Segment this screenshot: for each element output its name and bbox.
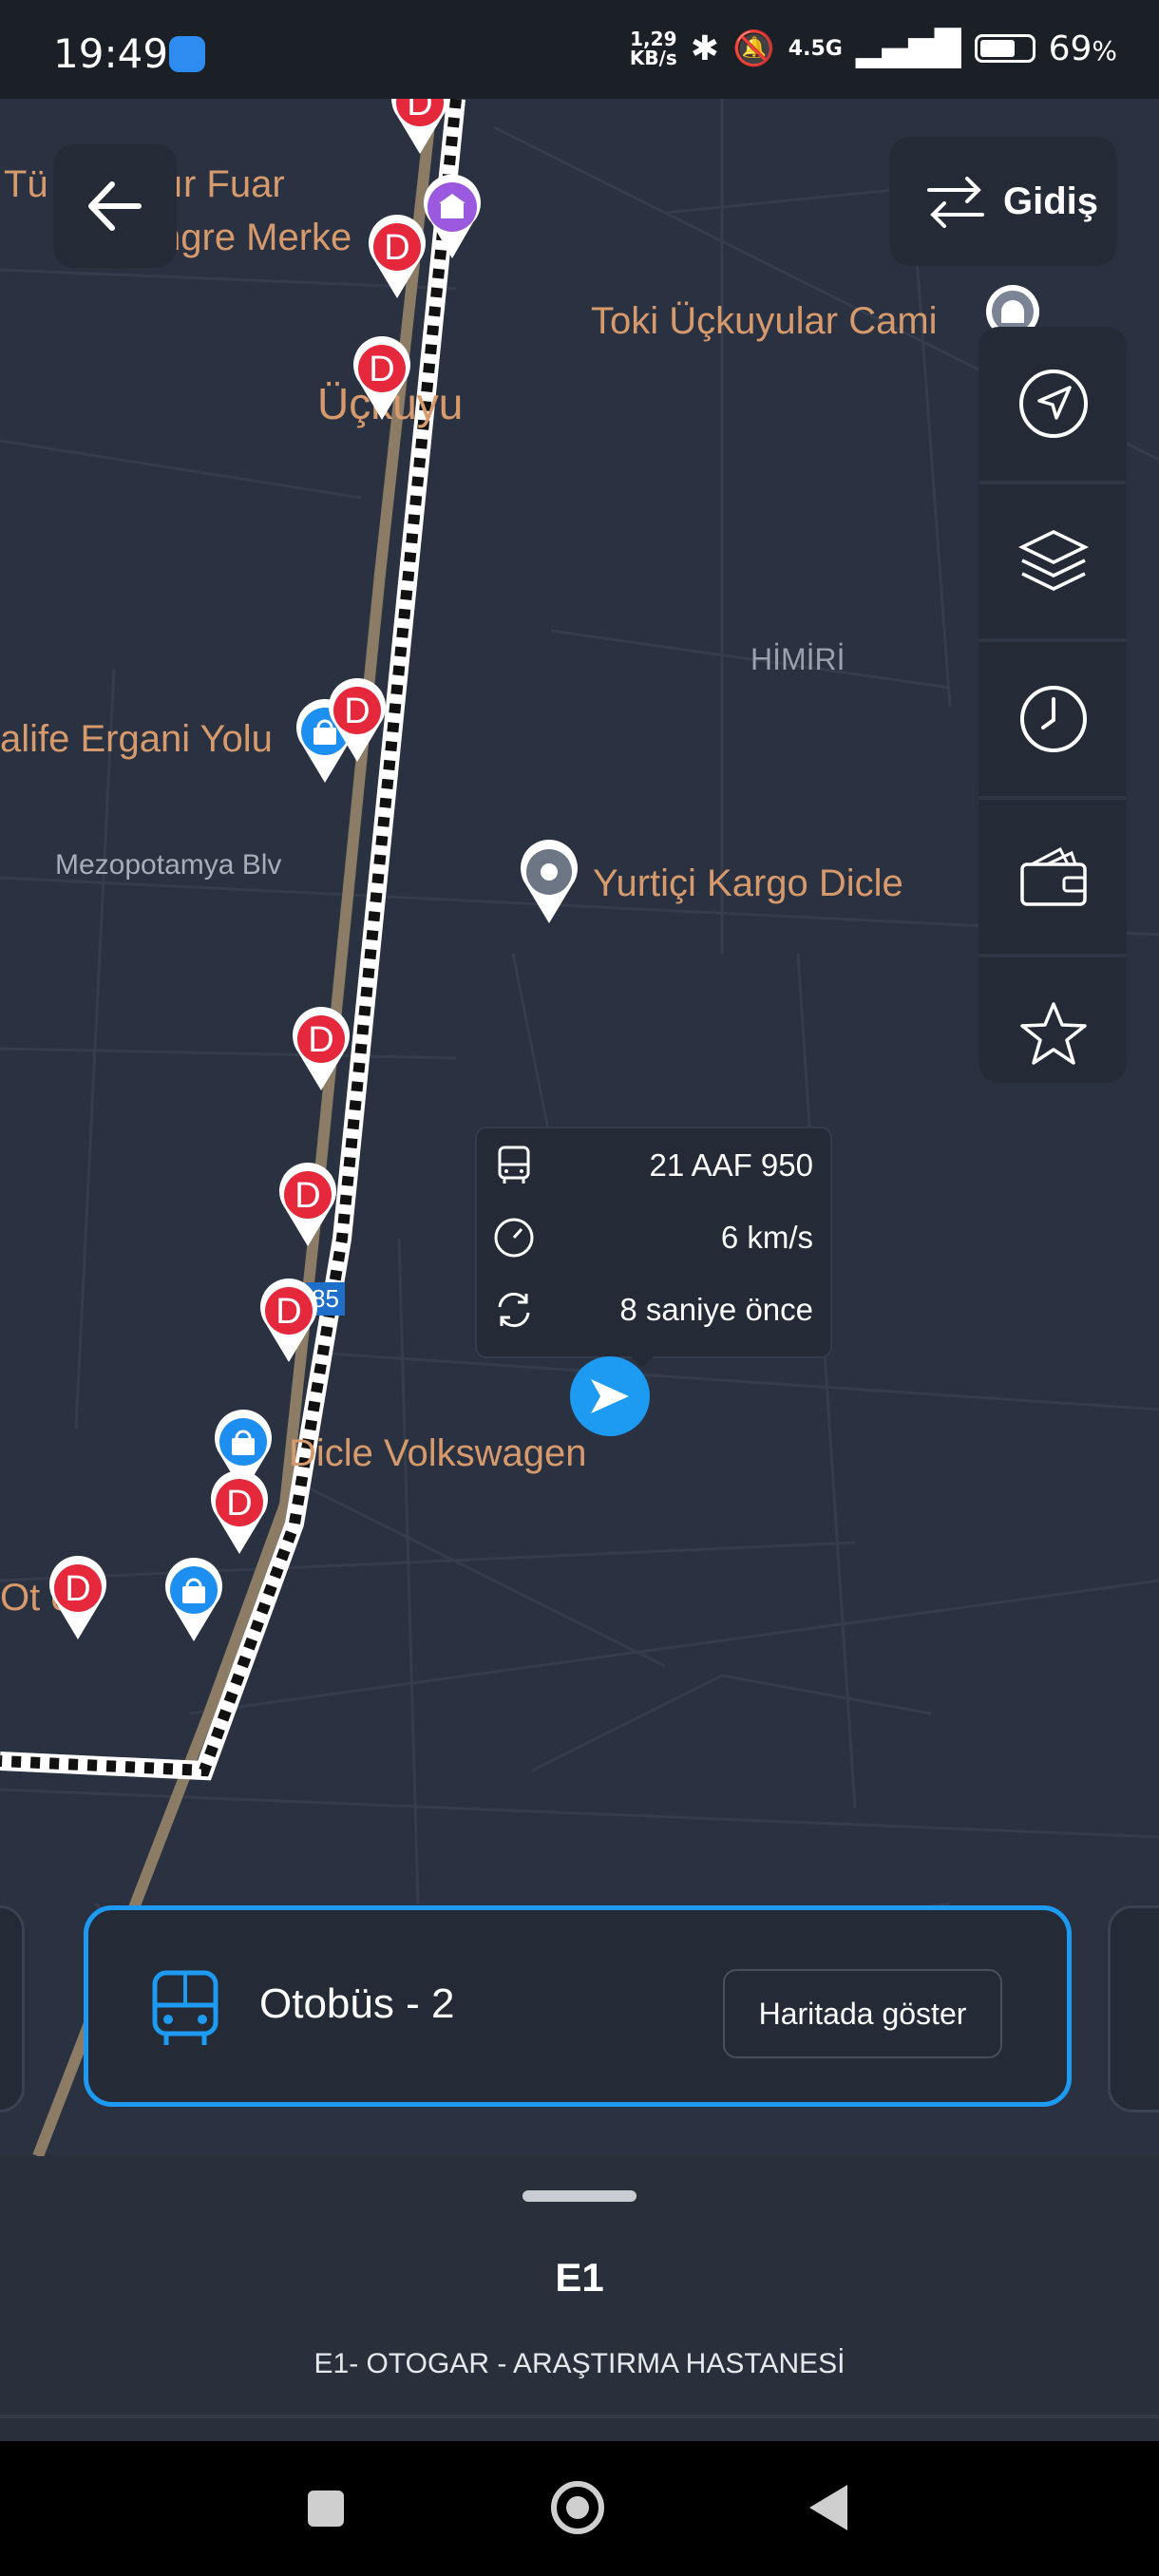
- direction-toggle-button[interactable]: Gidiş: [889, 137, 1117, 266]
- place-label-toki: Toki Üçkuyular Cami: [591, 300, 938, 342]
- mute-icon: 🔕: [732, 29, 775, 68]
- vehicle-updated-row: 8 saniye önce: [477, 1277, 830, 1343]
- bus-stop-marker[interactable]: D: [386, 99, 454, 156]
- back-button[interactable]: [53, 144, 177, 268]
- bus-stop-letter: D: [308, 1020, 334, 1060]
- map-toolbox: [978, 327, 1127, 1083]
- poi-marker-cargo[interactable]: [515, 840, 583, 925]
- next-bus-card[interactable]: [1108, 1905, 1159, 2112]
- vehicle-updated: 8 saniye önce: [619, 1292, 813, 1327]
- bus-stop-marker[interactable]: D: [363, 215, 431, 300]
- speedometer-icon: [494, 1218, 534, 1258]
- system-nav-bar: [0, 2441, 1159, 2576]
- recent-apps-button[interactable]: [308, 2491, 344, 2527]
- bus-icon: [498, 1146, 530, 1184]
- bluetooth-icon: ✱: [690, 28, 719, 68]
- route-name: E1- OTOGAR - ARAŞTIRMA HASTANESİ: [314, 2348, 846, 2379]
- bus-card-title: Otobüs - 2: [259, 1980, 455, 2027]
- swap-direction-icon: [927, 177, 984, 228]
- wallet-icon: [1020, 846, 1087, 906]
- battery-level: 69: [1048, 28, 1092, 68]
- bus-stop-marker[interactable]: D: [255, 1279, 323, 1364]
- status-bar: 19:49 1,29 KB/s ✱ 🔕 4.5G ▂▄▆█ 69%: [0, 0, 1159, 99]
- place-label-halife: alife Ergani Yolu: [0, 718, 273, 760]
- bus-card[interactable]: Otobüs - 2 Haritada göster: [84, 1905, 1072, 2107]
- refresh-icon: [498, 1292, 530, 1328]
- arrow-left-icon: [88, 181, 142, 231]
- home-button[interactable]: [551, 2481, 604, 2534]
- bus-stop-letter: D: [226, 1484, 253, 1524]
- status-icons: 1,29 KB/s ✱ 🔕 4.5G ▂▄▆█ 69%: [630, 28, 1117, 69]
- app-notification-icon: [169, 36, 205, 72]
- clock-icon: [1020, 686, 1087, 752]
- bus-stop-marker[interactable]: D: [205, 1470, 274, 1556]
- system-back-button[interactable]: [809, 2485, 847, 2530]
- layers-icon: [1018, 530, 1089, 591]
- location-icon: [521, 840, 578, 923]
- show-on-map-button[interactable]: Haritada göster: [723, 1969, 1002, 2058]
- prev-bus-card[interactable]: [0, 1905, 25, 2112]
- bus-stop-letter: D: [276, 1292, 302, 1332]
- favorites-button[interactable]: [978, 957, 1127, 1111]
- bus-stop-letter: D: [407, 99, 433, 123]
- location-arrow-icon: [1019, 369, 1088, 438]
- bus-stop-marker[interactable]: D: [287, 1007, 355, 1092]
- district-label-himiri: HİMİRİ: [750, 642, 846, 676]
- bus-stop-marker[interactable]: D: [274, 1163, 342, 1248]
- poi-marker-shop-3[interactable]: [160, 1558, 228, 1643]
- map-layers-button[interactable]: [978, 484, 1127, 642]
- schedule-button[interactable]: [978, 642, 1127, 800]
- bus-stop-marker[interactable]: D: [323, 678, 391, 764]
- place-label-yurtici: Yurtiçi Kargo Dicle: [593, 862, 903, 904]
- direction-label: Gidiş: [1003, 180, 1099, 222]
- vehicle-speed: 6 km/s: [720, 1220, 813, 1255]
- bus-stop-marker[interactable]: D: [44, 1556, 112, 1641]
- network-type: 4.5G: [788, 36, 843, 61]
- bus-stop-letter: D: [344, 691, 370, 731]
- vehicle-plate-row: 21 AAF 950: [477, 1132, 830, 1199]
- vehicle-speed-row: 6 km/s: [477, 1204, 830, 1271]
- bus-location-marker[interactable]: [570, 1356, 650, 1436]
- signal-icon: ▂▄▆█: [855, 28, 961, 68]
- route-bottom-sheet[interactable]: E1 E1- OTOGAR - ARAŞTIRMA HASTANESİ: [0, 2156, 1159, 2441]
- bus-stop-letter: D: [369, 350, 395, 389]
- star-icon: [1020, 1002, 1087, 1065]
- navigation-arrow-icon: [591, 1379, 629, 1413]
- bus-stop-letter: D: [294, 1176, 321, 1216]
- route-code: E1: [555, 2255, 604, 2300]
- sheet-divider: [0, 2415, 1159, 2418]
- wallet-button[interactable]: [978, 800, 1127, 957]
- vehicle-info-popup: 21 AAF 950 6 km/s 8 saniye önce: [475, 1127, 832, 1358]
- shopping-bag-icon: [165, 1558, 222, 1641]
- place-label-dicle-vw: Dicle Volkswagen: [289, 1432, 587, 1474]
- battery-unit: %: [1092, 34, 1117, 66]
- status-time: 19:49: [53, 30, 169, 77]
- vehicle-plate: 21 AAF 950: [649, 1147, 813, 1183]
- net-speed-value: 1,29: [630, 28, 677, 50]
- bus-icon: [152, 1970, 218, 2045]
- bus-stop-marker[interactable]: D: [348, 336, 416, 422]
- my-location-button[interactable]: [978, 327, 1127, 484]
- place-label-fuar-2: ngre Merke: [160, 217, 352, 258]
- sheet-drag-handle[interactable]: [522, 2190, 636, 2202]
- bus-stop-letter: D: [384, 228, 410, 268]
- battery-icon: [974, 34, 1036, 63]
- net-speed-unit: KB/s: [629, 47, 677, 69]
- street-label-mezopotamya: Mezopotamya Blv: [55, 849, 282, 881]
- bus-stop-letter: D: [65, 1569, 91, 1609]
- net-speed: 1,29 KB/s: [630, 29, 677, 67]
